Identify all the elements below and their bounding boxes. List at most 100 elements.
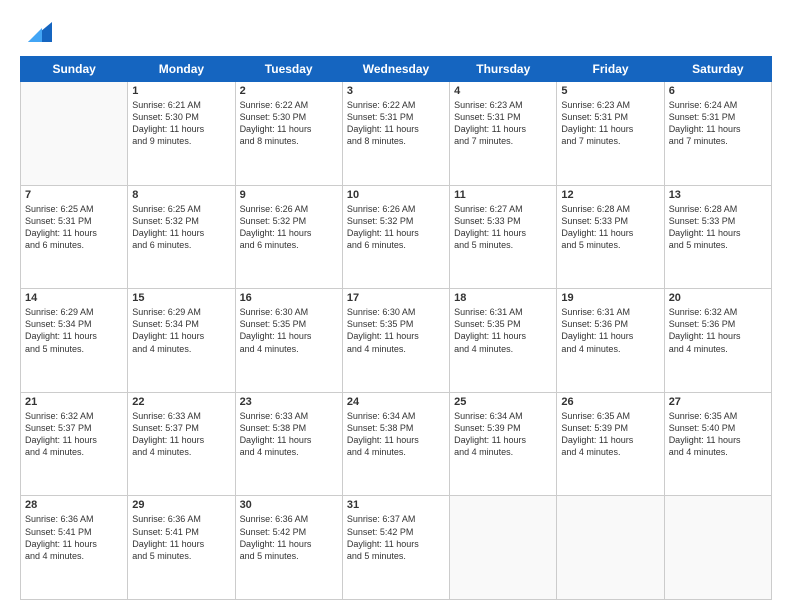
cell-content: Sunrise: 6:30 AM Sunset: 5:35 PM Dayligh…	[240, 306, 338, 355]
day-number: 9	[240, 189, 338, 201]
cell-content: Sunrise: 6:24 AM Sunset: 5:31 PM Dayligh…	[669, 99, 767, 148]
calendar-cell: 11Sunrise: 6:27 AM Sunset: 5:33 PM Dayli…	[450, 185, 557, 289]
day-number: 7	[25, 189, 123, 201]
day-number: 6	[669, 85, 767, 97]
cell-content: Sunrise: 6:31 AM Sunset: 5:36 PM Dayligh…	[561, 306, 659, 355]
cell-content: Sunrise: 6:30 AM Sunset: 5:35 PM Dayligh…	[347, 306, 445, 355]
calendar-cell: 9 Sunrise: 6:26 AM Sunset: 5:32 PM Daylig…	[235, 185, 342, 289]
calendar-cell: 12Sunrise: 6:28 AM Sunset: 5:33 PM Dayli…	[557, 185, 664, 289]
day-number: 23	[240, 396, 338, 408]
calendar-table: SundayMondayTuesdayWednesdayThursdayFrid…	[20, 56, 772, 600]
calendar-cell: 1 Sunrise: 6:21 AM Sunset: 5:30 PM Daylig…	[128, 82, 235, 186]
day-number: 18	[454, 292, 552, 304]
calendar-cell: 27Sunrise: 6:35 AM Sunset: 5:40 PM Dayli…	[664, 392, 771, 496]
cell-content: Sunrise: 6:35 AM Sunset: 5:40 PM Dayligh…	[669, 410, 767, 459]
calendar-cell	[21, 82, 128, 186]
day-number: 30	[240, 499, 338, 511]
calendar-cell: 19 Sunrise: 6:31 AM Sunset: 5:36 PM Dayli…	[557, 289, 664, 393]
calendar-week-2: 14 Sunrise: 6:29 AM Sunset: 5:34 PM Dayli…	[21, 289, 772, 393]
day-number: 8	[132, 189, 230, 201]
day-number: 14	[25, 292, 123, 304]
calendar-cell: 23 Sunrise: 6:33 AM Sunset: 5:38 PM Dayli…	[235, 392, 342, 496]
cell-content: Sunrise: 6:37 AM Sunset: 5:42 PM Dayligh…	[347, 513, 445, 562]
day-number: 15	[132, 292, 230, 304]
cell-content: Sunrise: 6:25 AM Sunset: 5:31 PM Dayligh…	[25, 203, 123, 252]
cell-content: Sunrise: 6:26 AM Sunset: 5:32 PM Dayligh…	[240, 203, 338, 252]
calendar-cell: 13 Sunrise: 6:28 AM Sunset: 5:33 PM Dayli…	[664, 185, 771, 289]
calendar-cell: 6 Sunrise: 6:24 AM Sunset: 5:31 PM Daylig…	[664, 82, 771, 186]
calendar-cell: 7 Sunrise: 6:25 AM Sunset: 5:31 PM Daylig…	[21, 185, 128, 289]
cell-content: Sunrise: 6:36 AM Sunset: 5:41 PM Dayligh…	[132, 513, 230, 562]
cell-content: Sunrise: 6:31 AM Sunset: 5:35 PM Dayligh…	[454, 306, 552, 355]
cell-content: Sunrise: 6:23 AM Sunset: 5:31 PM Dayligh…	[454, 99, 552, 148]
day-number: 5	[561, 85, 659, 97]
page: SundayMondayTuesdayWednesdayThursdayFrid…	[0, 0, 792, 612]
calendar-cell	[557, 496, 664, 600]
calendar-header-row: SundayMondayTuesdayWednesdayThursdayFrid…	[21, 57, 772, 82]
day-number: 21	[25, 396, 123, 408]
calendar-cell: 21 Sunrise: 6:32 AM Sunset: 5:37 PM Dayli…	[21, 392, 128, 496]
calendar-cell: 30 Sunrise: 6:36 AM Sunset: 5:42 PM Dayli…	[235, 496, 342, 600]
calendar-cell: 14 Sunrise: 6:29 AM Sunset: 5:34 PM Dayli…	[21, 289, 128, 393]
cell-content: Sunrise: 6:33 AM Sunset: 5:37 PM Dayligh…	[132, 410, 230, 459]
day-header-thursday: Thursday	[450, 57, 557, 82]
calendar-week-0: 1 Sunrise: 6:21 AM Sunset: 5:30 PM Daylig…	[21, 82, 772, 186]
calendar-cell: 18 Sunrise: 6:31 AM Sunset: 5:35 PM Dayli…	[450, 289, 557, 393]
calendar-week-1: 7 Sunrise: 6:25 AM Sunset: 5:31 PM Daylig…	[21, 185, 772, 289]
calendar-cell: 5Sunrise: 6:23 AM Sunset: 5:31 PM Daylig…	[557, 82, 664, 186]
calendar-cell: 10 Sunrise: 6:26 AM Sunset: 5:32 PM Dayli…	[342, 185, 449, 289]
day-number: 11	[454, 189, 552, 201]
logo-icon	[24, 18, 52, 46]
day-header-tuesday: Tuesday	[235, 57, 342, 82]
calendar-cell: 8 Sunrise: 6:25 AM Sunset: 5:32 PM Daylig…	[128, 185, 235, 289]
calendar-cell: 22Sunrise: 6:33 AM Sunset: 5:37 PM Dayli…	[128, 392, 235, 496]
day-number: 13	[669, 189, 767, 201]
day-number: 28	[25, 499, 123, 511]
cell-content: Sunrise: 6:34 AM Sunset: 5:38 PM Dayligh…	[347, 410, 445, 459]
calendar-cell	[450, 496, 557, 600]
day-number: 4	[454, 85, 552, 97]
day-number: 17	[347, 292, 445, 304]
calendar-cell: 16 Sunrise: 6:30 AM Sunset: 5:35 PM Dayli…	[235, 289, 342, 393]
cell-content: Sunrise: 6:25 AM Sunset: 5:32 PM Dayligh…	[132, 203, 230, 252]
cell-content: Sunrise: 6:22 AM Sunset: 5:30 PM Dayligh…	[240, 99, 338, 148]
cell-content: Sunrise: 6:28 AM Sunset: 5:33 PM Dayligh…	[561, 203, 659, 252]
day-number: 31	[347, 499, 445, 511]
logo	[20, 18, 52, 46]
day-number: 29	[132, 499, 230, 511]
calendar-cell: 20Sunrise: 6:32 AM Sunset: 5:36 PM Dayli…	[664, 289, 771, 393]
calendar-week-4: 28 Sunrise: 6:36 AM Sunset: 5:41 PM Dayli…	[21, 496, 772, 600]
cell-content: Sunrise: 6:26 AM Sunset: 5:32 PM Dayligh…	[347, 203, 445, 252]
day-number: 10	[347, 189, 445, 201]
day-number: 2	[240, 85, 338, 97]
calendar-cell: 17 Sunrise: 6:30 AM Sunset: 5:35 PM Dayli…	[342, 289, 449, 393]
day-number: 25	[454, 396, 552, 408]
calendar-cell	[664, 496, 771, 600]
calendar-cell: 29 Sunrise: 6:36 AM Sunset: 5:41 PM Dayli…	[128, 496, 235, 600]
day-number: 24	[347, 396, 445, 408]
calendar-cell: 28Sunrise: 6:36 AM Sunset: 5:41 PM Dayli…	[21, 496, 128, 600]
day-header-friday: Friday	[557, 57, 664, 82]
header	[20, 18, 772, 46]
day-header-monday: Monday	[128, 57, 235, 82]
cell-content: Sunrise: 6:28 AM Sunset: 5:33 PM Dayligh…	[669, 203, 767, 252]
cell-content: Sunrise: 6:33 AM Sunset: 5:38 PM Dayligh…	[240, 410, 338, 459]
cell-content: Sunrise: 6:29 AM Sunset: 5:34 PM Dayligh…	[25, 306, 123, 355]
calendar-cell: 15Sunrise: 6:29 AM Sunset: 5:34 PM Dayli…	[128, 289, 235, 393]
calendar-cell: 2 Sunrise: 6:22 AM Sunset: 5:30 PM Daylig…	[235, 82, 342, 186]
day-number: 3	[347, 85, 445, 97]
cell-content: Sunrise: 6:35 AM Sunset: 5:39 PM Dayligh…	[561, 410, 659, 459]
cell-content: Sunrise: 6:21 AM Sunset: 5:30 PM Dayligh…	[132, 99, 230, 148]
cell-content: Sunrise: 6:32 AM Sunset: 5:37 PM Dayligh…	[25, 410, 123, 459]
calendar-cell: 26 Sunrise: 6:35 AM Sunset: 5:39 PM Dayli…	[557, 392, 664, 496]
calendar-cell: 4 Sunrise: 6:23 AM Sunset: 5:31 PM Daylig…	[450, 82, 557, 186]
cell-content: Sunrise: 6:22 AM Sunset: 5:31 PM Dayligh…	[347, 99, 445, 148]
day-number: 1	[132, 85, 230, 97]
cell-content: Sunrise: 6:34 AM Sunset: 5:39 PM Dayligh…	[454, 410, 552, 459]
calendar-cell: 31 Sunrise: 6:37 AM Sunset: 5:42 PM Dayli…	[342, 496, 449, 600]
day-number: 19	[561, 292, 659, 304]
day-number: 26	[561, 396, 659, 408]
day-number: 16	[240, 292, 338, 304]
cell-content: Sunrise: 6:36 AM Sunset: 5:42 PM Dayligh…	[240, 513, 338, 562]
cell-content: Sunrise: 6:32 AM Sunset: 5:36 PM Dayligh…	[669, 306, 767, 355]
